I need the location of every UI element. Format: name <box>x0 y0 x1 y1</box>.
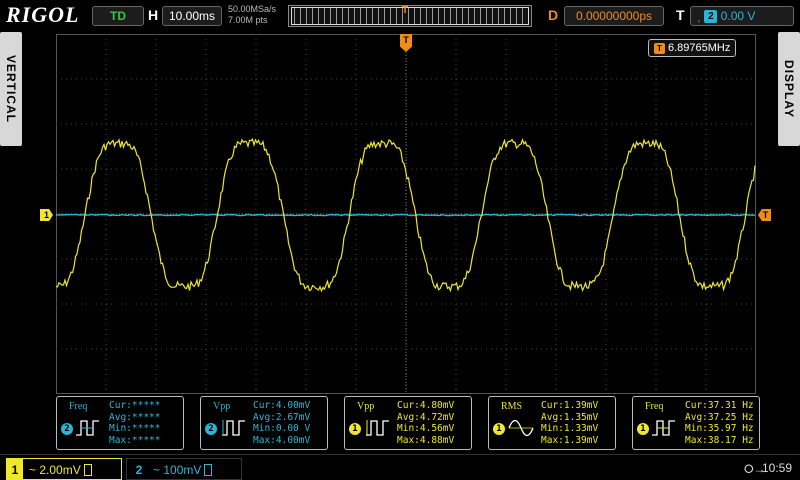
meas-max: Max:38.17 Hz <box>685 435 754 447</box>
measurement-name: Vpp <box>357 401 374 412</box>
meas-cur: Cur:4.80mV <box>397 400 454 412</box>
rising-edge-icon: ˱ <box>697 9 701 23</box>
meas-avg: Avg:2.67mV <box>253 412 310 424</box>
measurement-values: Cur:37.31 Hz Avg:37.25 Hz Min:35.97 Hz Max:… <box>685 400 754 446</box>
meas-min: Min:35.97 Hz <box>685 423 754 435</box>
vpp-pulse-icon <box>219 417 247 439</box>
measurement-values: Cur:1.39mV Avg:1.35mV Min:1.33mV Max:1.39mV <box>541 400 598 446</box>
meas-min: Min:***** <box>109 423 160 435</box>
delay-label: D <box>548 7 558 23</box>
graticule <box>56 34 756 394</box>
display-menu-tab[interactable]: DISPLAY <box>778 32 800 146</box>
meas-min: Min:1.33mV <box>541 423 598 435</box>
trigger-source-badge: 2 <box>704 10 717 23</box>
trigger-level-marker[interactable]: T <box>758 209 771 221</box>
ch2-scale-tab[interactable]: 2 ~ 100mV <box>126 458 242 480</box>
source-badge: 2 <box>61 423 73 435</box>
trigger-readout[interactable]: ˱ 2 0.00 V <box>690 6 794 26</box>
meas-avg: Avg:37.25 Hz <box>685 412 754 424</box>
measurement-values: Cur:4.00mV Avg:2.67mV Min:0.00 V Max:4.00mV <box>253 400 310 446</box>
meas-max: Max:4.00mV <box>253 435 310 447</box>
clock: 10:59 <box>762 461 792 475</box>
brand-logo: RIGOL <box>6 2 79 28</box>
meas-avg: Avg:1.35mV <box>541 412 598 424</box>
meas-max: Max:4.88mV <box>397 435 454 447</box>
channel-status-bar: 1 ~ 2.00mV 2 ~ 100mV ⭘→ 10:59 <box>0 454 800 480</box>
frequency-pulse-icon <box>651 417 679 439</box>
frequency-pulse-icon <box>75 417 103 439</box>
measurement-values: Cur:4.80mV Avg:4.72mV Min:4.56mV Max:4.88mV <box>397 400 454 446</box>
source-badge: 2 <box>205 423 217 435</box>
ch2-trace <box>56 214 755 215</box>
ch2-scale: ~ 100mV <box>153 463 201 477</box>
vpp-pulse-icon <box>363 417 391 439</box>
meas-min: Min:0.00 V <box>253 423 310 435</box>
meas-avg: Avg:***** <box>109 412 160 424</box>
ch2-number: 2 <box>131 459 147 480</box>
source-badge: 1 <box>349 423 361 435</box>
ch1-scale-tab[interactable]: 1 ~ 2.00mV <box>6 458 122 480</box>
trigger-level-value: 0.00 V <box>721 9 756 23</box>
trigger-position-icon: T <box>402 5 408 16</box>
top-status-bar: RIGOL TD H 10.00ms 50.00MSa/s 7.00M pts … <box>0 0 800 32</box>
vertical-tab-label: VERTICAL <box>4 55 18 123</box>
ch1-number: 1 <box>7 459 23 479</box>
frequency-counter-value: 6.89765MHz <box>668 42 730 54</box>
sample-rate: 50.00MSa/s <box>228 4 276 15</box>
measurement-name: Freq <box>69 401 87 412</box>
source-badge: 1 <box>637 423 649 435</box>
display-tab-label: DISPLAY <box>782 60 796 118</box>
measurement-box-freq-ch2[interactable]: Freq 2 Cur:***** Avg:***** Min:***** Max:**… <box>56 396 184 450</box>
acquisition-info: 50.00MSa/s 7.00M pts <box>228 4 276 26</box>
measurement-name: Freq <box>645 401 663 412</box>
memory-overview-strip[interactable]: T <box>288 5 532 27</box>
ch1-offset-marker[interactable]: 1 <box>40 209 53 221</box>
meas-cur: Cur:***** <box>109 400 160 412</box>
measurement-values: Cur:***** Avg:***** Min:***** Max:***** <box>109 400 160 446</box>
measurement-name: RMS <box>501 401 522 412</box>
bandwidth-limit-icon <box>84 464 92 476</box>
meas-max: Max:1.39mV <box>541 435 598 447</box>
meas-min: Min:4.56mV <box>397 423 454 435</box>
bandwidth-limit-icon <box>204 464 212 476</box>
timebase-readout[interactable]: 10.00ms <box>162 6 222 26</box>
waveform-display[interactable] <box>56 34 756 394</box>
measurement-box-vpp-ch1[interactable]: Vpp 1 Cur:4.80mV Avg:4.72mV Min:4.56mV Max:… <box>344 396 472 450</box>
memory-depth: 7.00M pts <box>228 15 276 26</box>
delay-readout[interactable]: 0.00000000ps <box>564 6 664 26</box>
meas-cur: Cur:1.39mV <box>541 400 598 412</box>
trigger-label: T <box>676 7 685 23</box>
run-state-indicator[interactable]: TD <box>92 6 144 26</box>
measurement-box-freq-ch1[interactable]: Freq 1 Cur:37.31 Hz Avg:37.25 Hz Min:35.97… <box>632 396 760 450</box>
meas-cur: Cur:4.00mV <box>253 400 310 412</box>
meas-cur: Cur:37.31 Hz <box>685 400 754 412</box>
horizontal-label: H <box>148 7 158 23</box>
vertical-menu-tab[interactable]: VERTICAL <box>0 32 22 146</box>
meas-avg: Avg:4.72mV <box>397 412 454 424</box>
measurement-name: Vpp <box>213 401 230 412</box>
ch1-scale: ~ 2.00mV <box>29 463 81 477</box>
measurement-box-rms-ch1[interactable]: RMS 1 Cur:1.39mV Avg:1.35mV Min:1.33mV Max:… <box>488 396 616 450</box>
memory-view-window <box>291 7 529 25</box>
rms-sine-icon <box>507 417 535 439</box>
measurement-box-vpp-ch2[interactable]: Vpp 2 Cur:4.00mV Avg:2.67mV Min:0.00 V Max:… <box>200 396 328 450</box>
source-badge: 1 <box>493 423 505 435</box>
trigger-counter-icon: T <box>654 43 665 54</box>
frequency-counter: T 6.89765MHz <box>648 39 736 57</box>
meas-max: Max:***** <box>109 435 160 447</box>
